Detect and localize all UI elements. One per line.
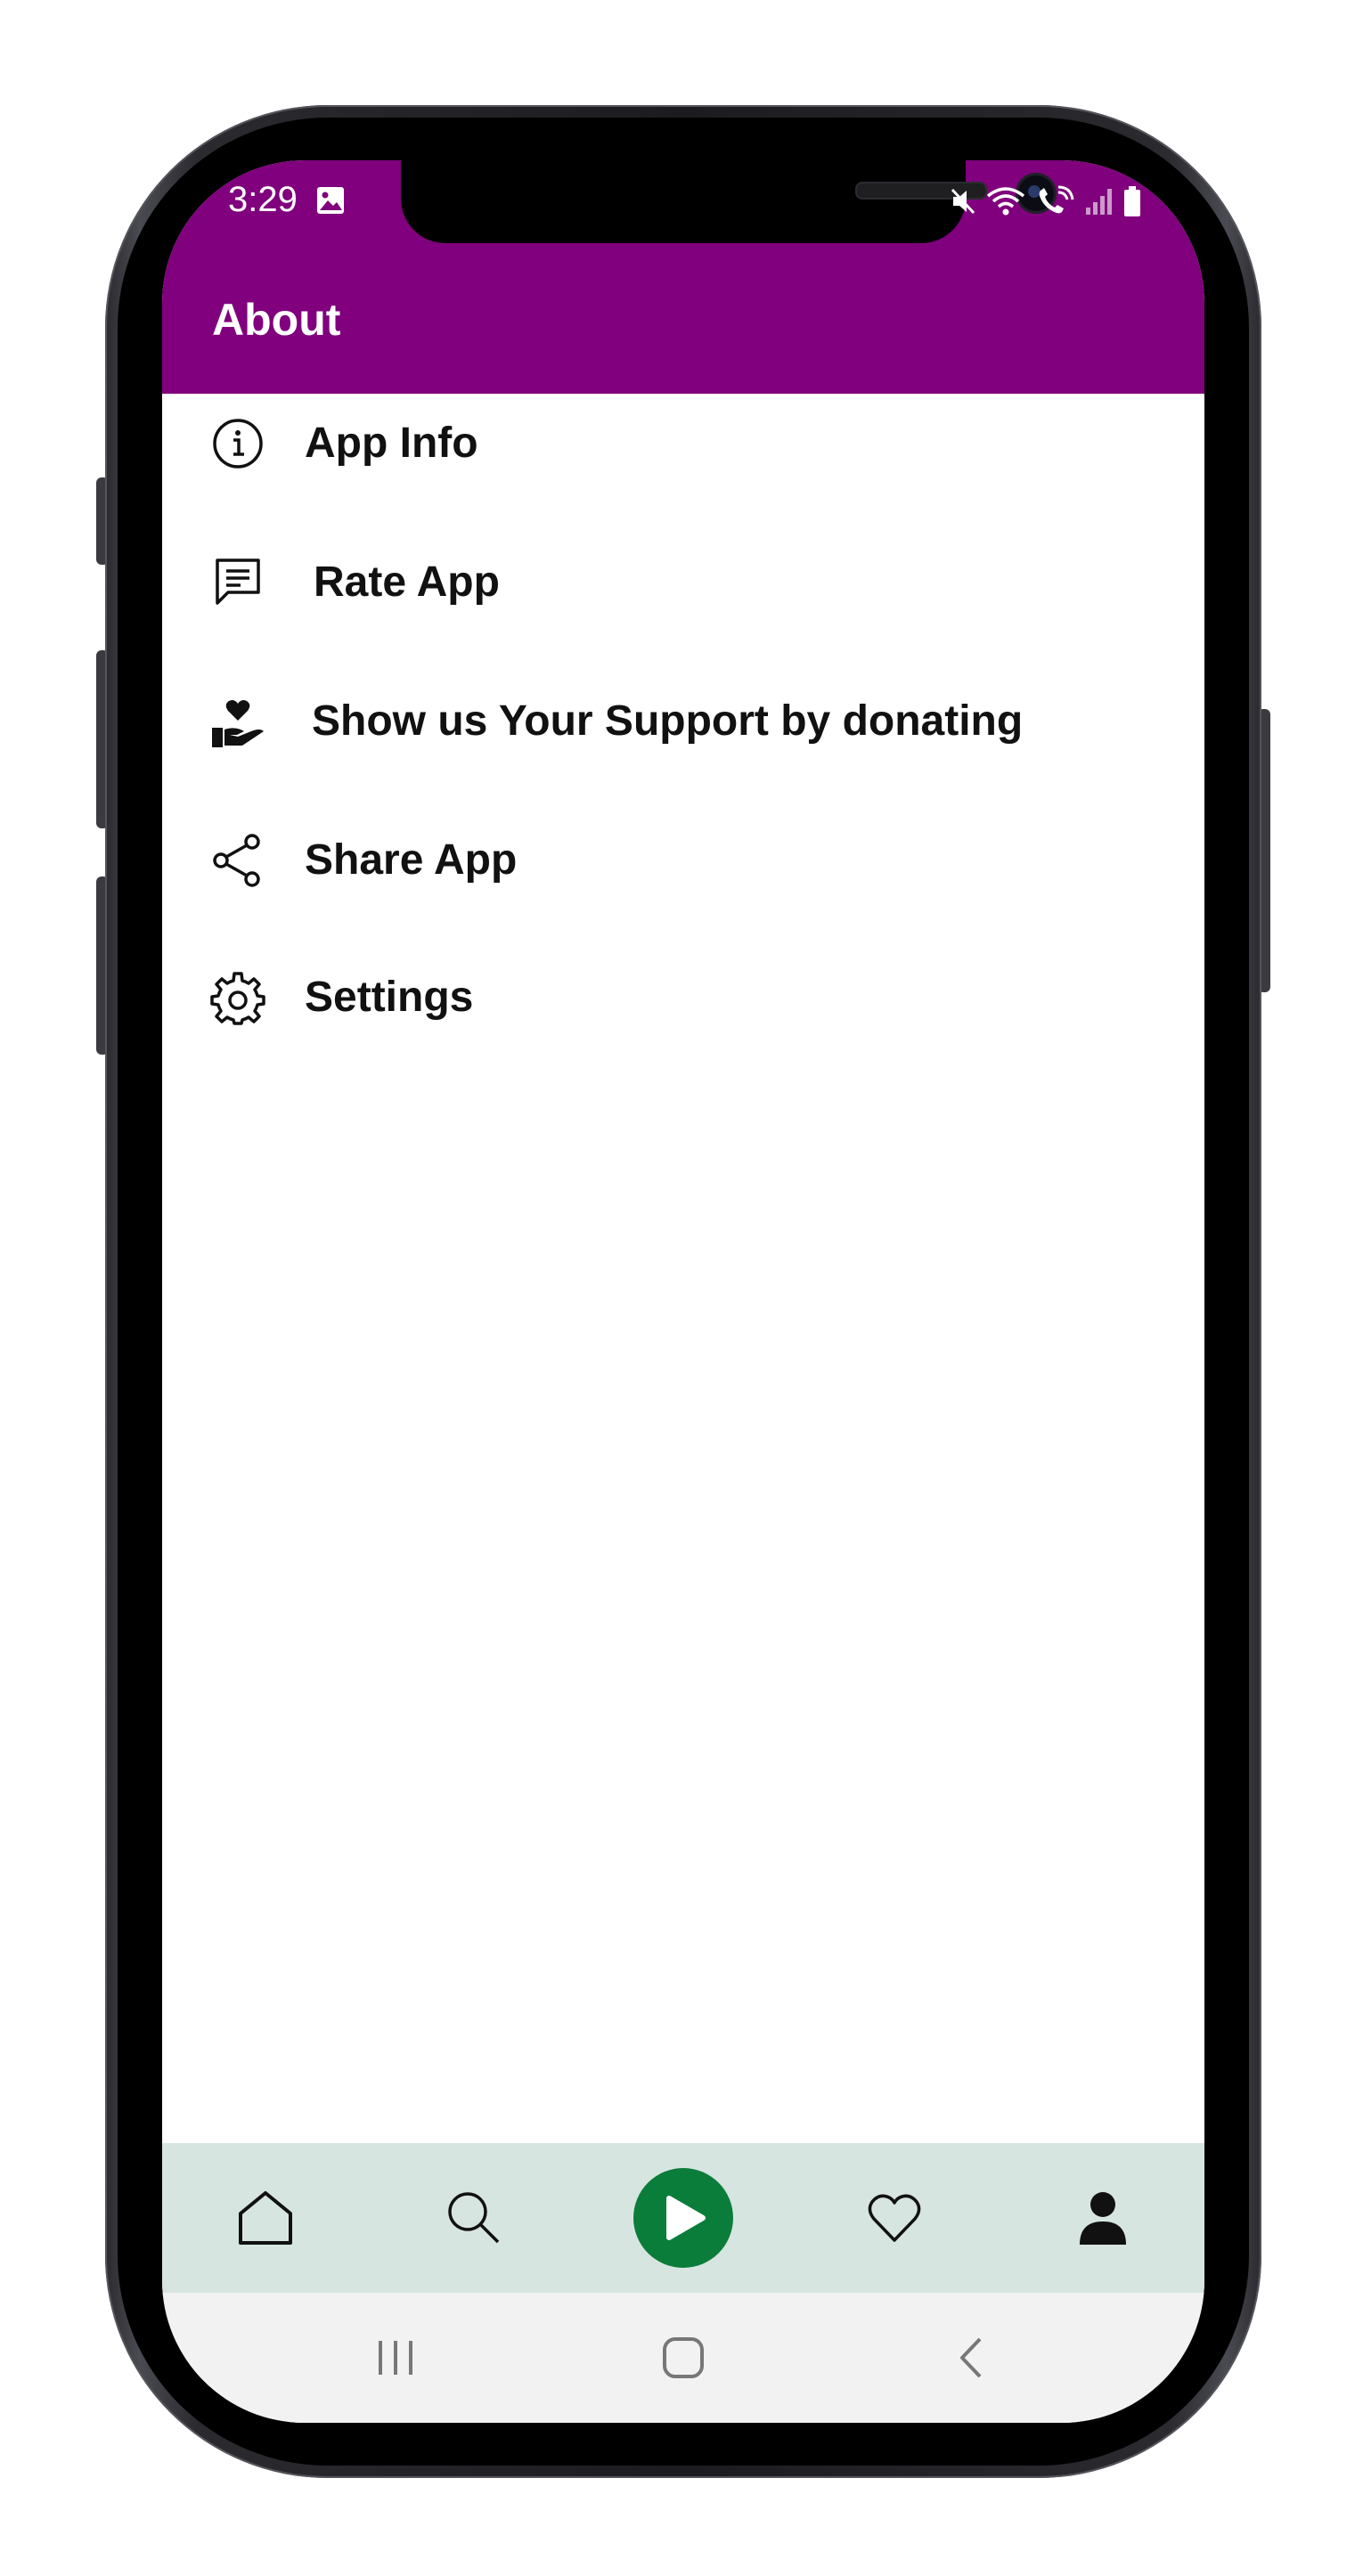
home-icon bbox=[239, 2191, 292, 2245]
heart-icon bbox=[868, 2194, 921, 2242]
info-circle-icon bbox=[213, 419, 263, 469]
back-icon bbox=[960, 2337, 982, 2378]
status-icons bbox=[950, 182, 1142, 221]
nav-home-button[interactable] bbox=[194, 2143, 337, 2293]
system-navigation-bar bbox=[162, 2293, 1204, 2423]
hand-heart-icon bbox=[212, 700, 264, 747]
page-title: About bbox=[212, 295, 341, 345]
camera-notch bbox=[401, 160, 1057, 243]
menu-item-label: Show us Your Support by donating bbox=[312, 697, 1024, 745]
wifi-call-icon bbox=[1039, 185, 1074, 214]
gear-icon bbox=[210, 972, 265, 1025]
menu-item-label: Rate App bbox=[314, 558, 500, 606]
play-icon bbox=[666, 2196, 706, 2240]
nav-favorites-button[interactable] bbox=[823, 2143, 966, 2293]
menu-item-rate-app[interactable]: Rate App bbox=[162, 533, 1204, 648]
recent-apps-icon bbox=[379, 2341, 412, 2375]
recent-apps-button[interactable] bbox=[360, 2327, 431, 2389]
gallery-notification-icon bbox=[317, 187, 344, 214]
share-icon bbox=[213, 834, 260, 887]
menu-item-donate[interactable]: Show us Your Support by donating bbox=[162, 672, 1204, 787]
menu-item-app-info[interactable]: App Info bbox=[162, 394, 1204, 509]
person-icon bbox=[1080, 2192, 1126, 2245]
search-icon bbox=[448, 2192, 500, 2244]
menu-item-label: App Info bbox=[305, 420, 478, 467]
home-button-icon bbox=[663, 2337, 704, 2378]
status-time: 3:29 bbox=[228, 180, 298, 219]
back-button[interactable] bbox=[935, 2327, 1007, 2389]
home-button[interactable] bbox=[648, 2327, 719, 2389]
screen: 3:29 About App Info Rate App Show us You… bbox=[162, 160, 1204, 2423]
wifi-icon bbox=[986, 187, 1025, 216]
signal-icon bbox=[1086, 189, 1112, 215]
menu-item-label: Share App bbox=[305, 836, 518, 884]
app-bar: 3:29 About bbox=[162, 160, 1204, 394]
menu-item-label: Settings bbox=[305, 974, 474, 1021]
mute-icon bbox=[951, 188, 975, 215]
device-mockup: 3:29 About App Info Rate App Show us You… bbox=[0, 0, 1363, 2576]
nav-play-button[interactable] bbox=[612, 2143, 755, 2293]
menu-item-settings[interactable]: Settings bbox=[162, 948, 1204, 1064]
menu-item-share-app[interactable]: Share App bbox=[162, 811, 1204, 926]
bottom-navigation bbox=[162, 2143, 1204, 2293]
battery-icon bbox=[1124, 186, 1140, 216]
nav-search-button[interactable] bbox=[403, 2143, 545, 2293]
message-square-icon bbox=[216, 558, 260, 605]
play-circle bbox=[633, 2168, 733, 2268]
nav-profile-button[interactable] bbox=[1032, 2143, 1174, 2293]
